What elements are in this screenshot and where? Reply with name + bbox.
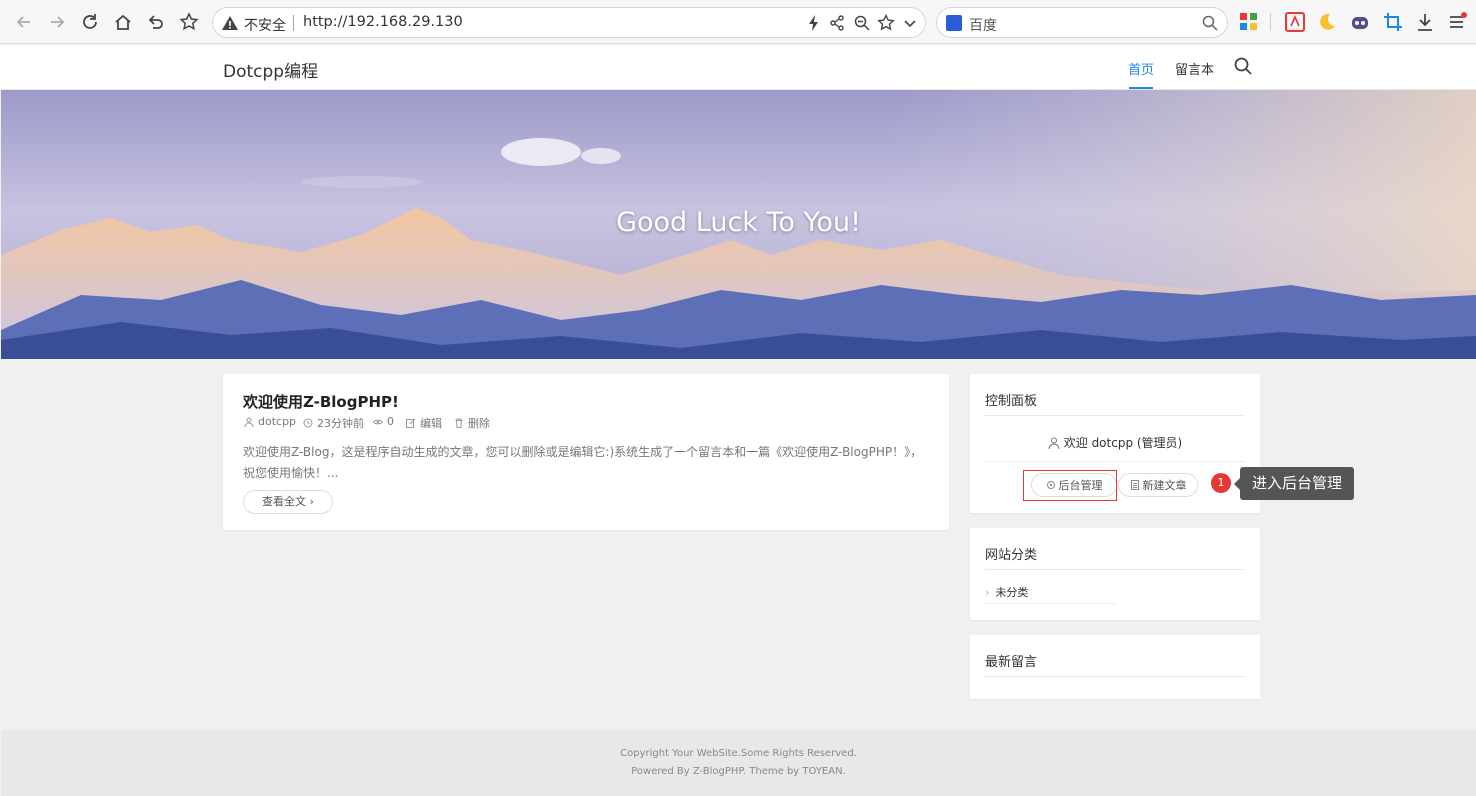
widget-title: 控制面板 — [985, 394, 1038, 409]
edit-icon — [406, 418, 416, 428]
divider — [985, 603, 1115, 604]
chevron-down-icon[interactable] — [901, 14, 919, 32]
post-card: 欢迎使用Z-BlogPHP! dotcpp 23分钟前 0 编辑 删除 欢迎使用… — [223, 374, 949, 530]
new-post-button-label: 新建文章 — [1142, 479, 1187, 492]
lightning-icon[interactable] — [805, 14, 823, 32]
bookmark-star-icon[interactable] — [877, 14, 895, 32]
forward-icon[interactable] — [45, 10, 69, 34]
divider — [985, 415, 1245, 416]
post-views: 0 — [373, 415, 394, 428]
widget-title: 最新留言 — [985, 655, 1038, 670]
read-more-label: 查看全文 — [262, 495, 307, 508]
divider — [293, 15, 294, 31]
divider — [985, 676, 1245, 677]
footer-powered: Powered By Z-BlogPHP. Theme by TOYEAN. — [631, 766, 846, 777]
menu-icon[interactable] — [1446, 11, 1468, 33]
search-engine-label: 百度 — [969, 18, 997, 34]
category-label: 未分类 — [995, 586, 1029, 599]
divider — [985, 461, 1245, 462]
highlight-box — [1023, 470, 1117, 501]
browser-toolbar: 不安全 http://192.168.29.130 百度 — [0, 0, 1476, 44]
back-icon[interactable] — [12, 10, 36, 34]
user-icon — [1048, 437, 1060, 449]
baidu-logo-icon — [946, 15, 962, 31]
zoom-out-icon[interactable] — [853, 14, 871, 32]
welcome-text: 欢迎 dotcpp (管理员) — [1063, 436, 1183, 450]
document-icon — [1130, 480, 1139, 490]
post-title[interactable]: 欢迎使用Z-BlogPHP! — [243, 391, 399, 412]
new-post-button[interactable]: 新建文章 — [1118, 473, 1198, 497]
robot-icon[interactable] — [1349, 11, 1371, 33]
reload-icon[interactable] — [78, 10, 102, 34]
post-delete-link[interactable]: 删除 — [454, 415, 490, 431]
site-footer: Copyright Your WebSite.Some Rights Reser… — [1, 730, 1476, 796]
eye-icon — [373, 419, 383, 424]
address-bar[interactable]: 不安全 http://192.168.29.130 — [212, 7, 926, 38]
undo-icon[interactable] — [144, 10, 168, 34]
post-edit-link[interactable]: 编辑 — [406, 415, 442, 431]
post-delete-label: 删除 — [468, 417, 490, 430]
clock-icon — [303, 418, 313, 428]
hero-title: Good Luck To You! — [616, 207, 861, 238]
latest-comments-widget: 最新留言 — [970, 635, 1260, 699]
hero-banner: Good Luck To You! — [1, 90, 1476, 359]
widget-title: 网站分类 — [985, 548, 1038, 563]
category-item[interactable]: › 未分类 — [985, 584, 1028, 600]
download-icon[interactable] — [1414, 11, 1436, 33]
apps-icon[interactable] — [1238, 11, 1260, 33]
post-edit-label: 编辑 — [420, 417, 442, 430]
nav-active-indicator — [1129, 87, 1153, 89]
moon-icon[interactable] — [1316, 11, 1338, 33]
security-label: 不安全 — [244, 18, 286, 34]
post-excerpt: 欢迎使用Z-Blog，这是程序自动生成的文章，您可以删除或是编辑它:)系统生成了… — [243, 445, 923, 480]
annotation-tooltip: 进入后台管理 — [1234, 467, 1354, 500]
url-text[interactable]: http://192.168.29.130 — [303, 14, 463, 30]
divider — [985, 569, 1245, 570]
categories-widget: 网站分类 › 未分类 — [970, 528, 1260, 620]
site-header: Dotcpp编程 首页 留言本 — [0, 45, 1476, 90]
post-time-text: 23分钟前 — [317, 417, 364, 430]
pdf-icon[interactable] — [1284, 11, 1306, 33]
search-icon[interactable] — [1201, 14, 1219, 32]
post-time: 23分钟前 — [303, 415, 364, 431]
trash-icon — [455, 418, 463, 428]
annotation-badge: 1 — [1211, 473, 1231, 493]
site-brand[interactable]: Dotcpp编程 — [223, 57, 318, 82]
user-icon — [244, 417, 254, 427]
nav-home[interactable]: 首页 — [1128, 59, 1154, 78]
chevron-right-icon: › — [309, 495, 314, 508]
divider — [1270, 13, 1271, 31]
search-icon[interactable] — [1233, 56, 1253, 76]
star-icon[interactable] — [177, 10, 201, 34]
home-icon[interactable] — [111, 10, 135, 34]
footer-copyright: Copyright Your WebSite.Some Rights Reser… — [620, 748, 857, 759]
post-author-name: dotcpp — [258, 415, 297, 428]
crop-icon[interactable] — [1382, 11, 1404, 33]
read-more-button[interactable]: 查看全文 › — [243, 490, 333, 514]
post-views-count: 0 — [387, 415, 394, 428]
post-author[interactable]: dotcpp — [244, 415, 296, 428]
nav-guestbook[interactable]: 留言本 — [1175, 59, 1214, 78]
search-bar[interactable]: 百度 — [936, 7, 1228, 38]
chevron-right-icon: › — [985, 585, 990, 599]
warning-icon — [222, 16, 238, 30]
welcome-message: 欢迎 dotcpp (管理员) — [970, 434, 1260, 451]
share-icon[interactable] — [828, 14, 846, 32]
